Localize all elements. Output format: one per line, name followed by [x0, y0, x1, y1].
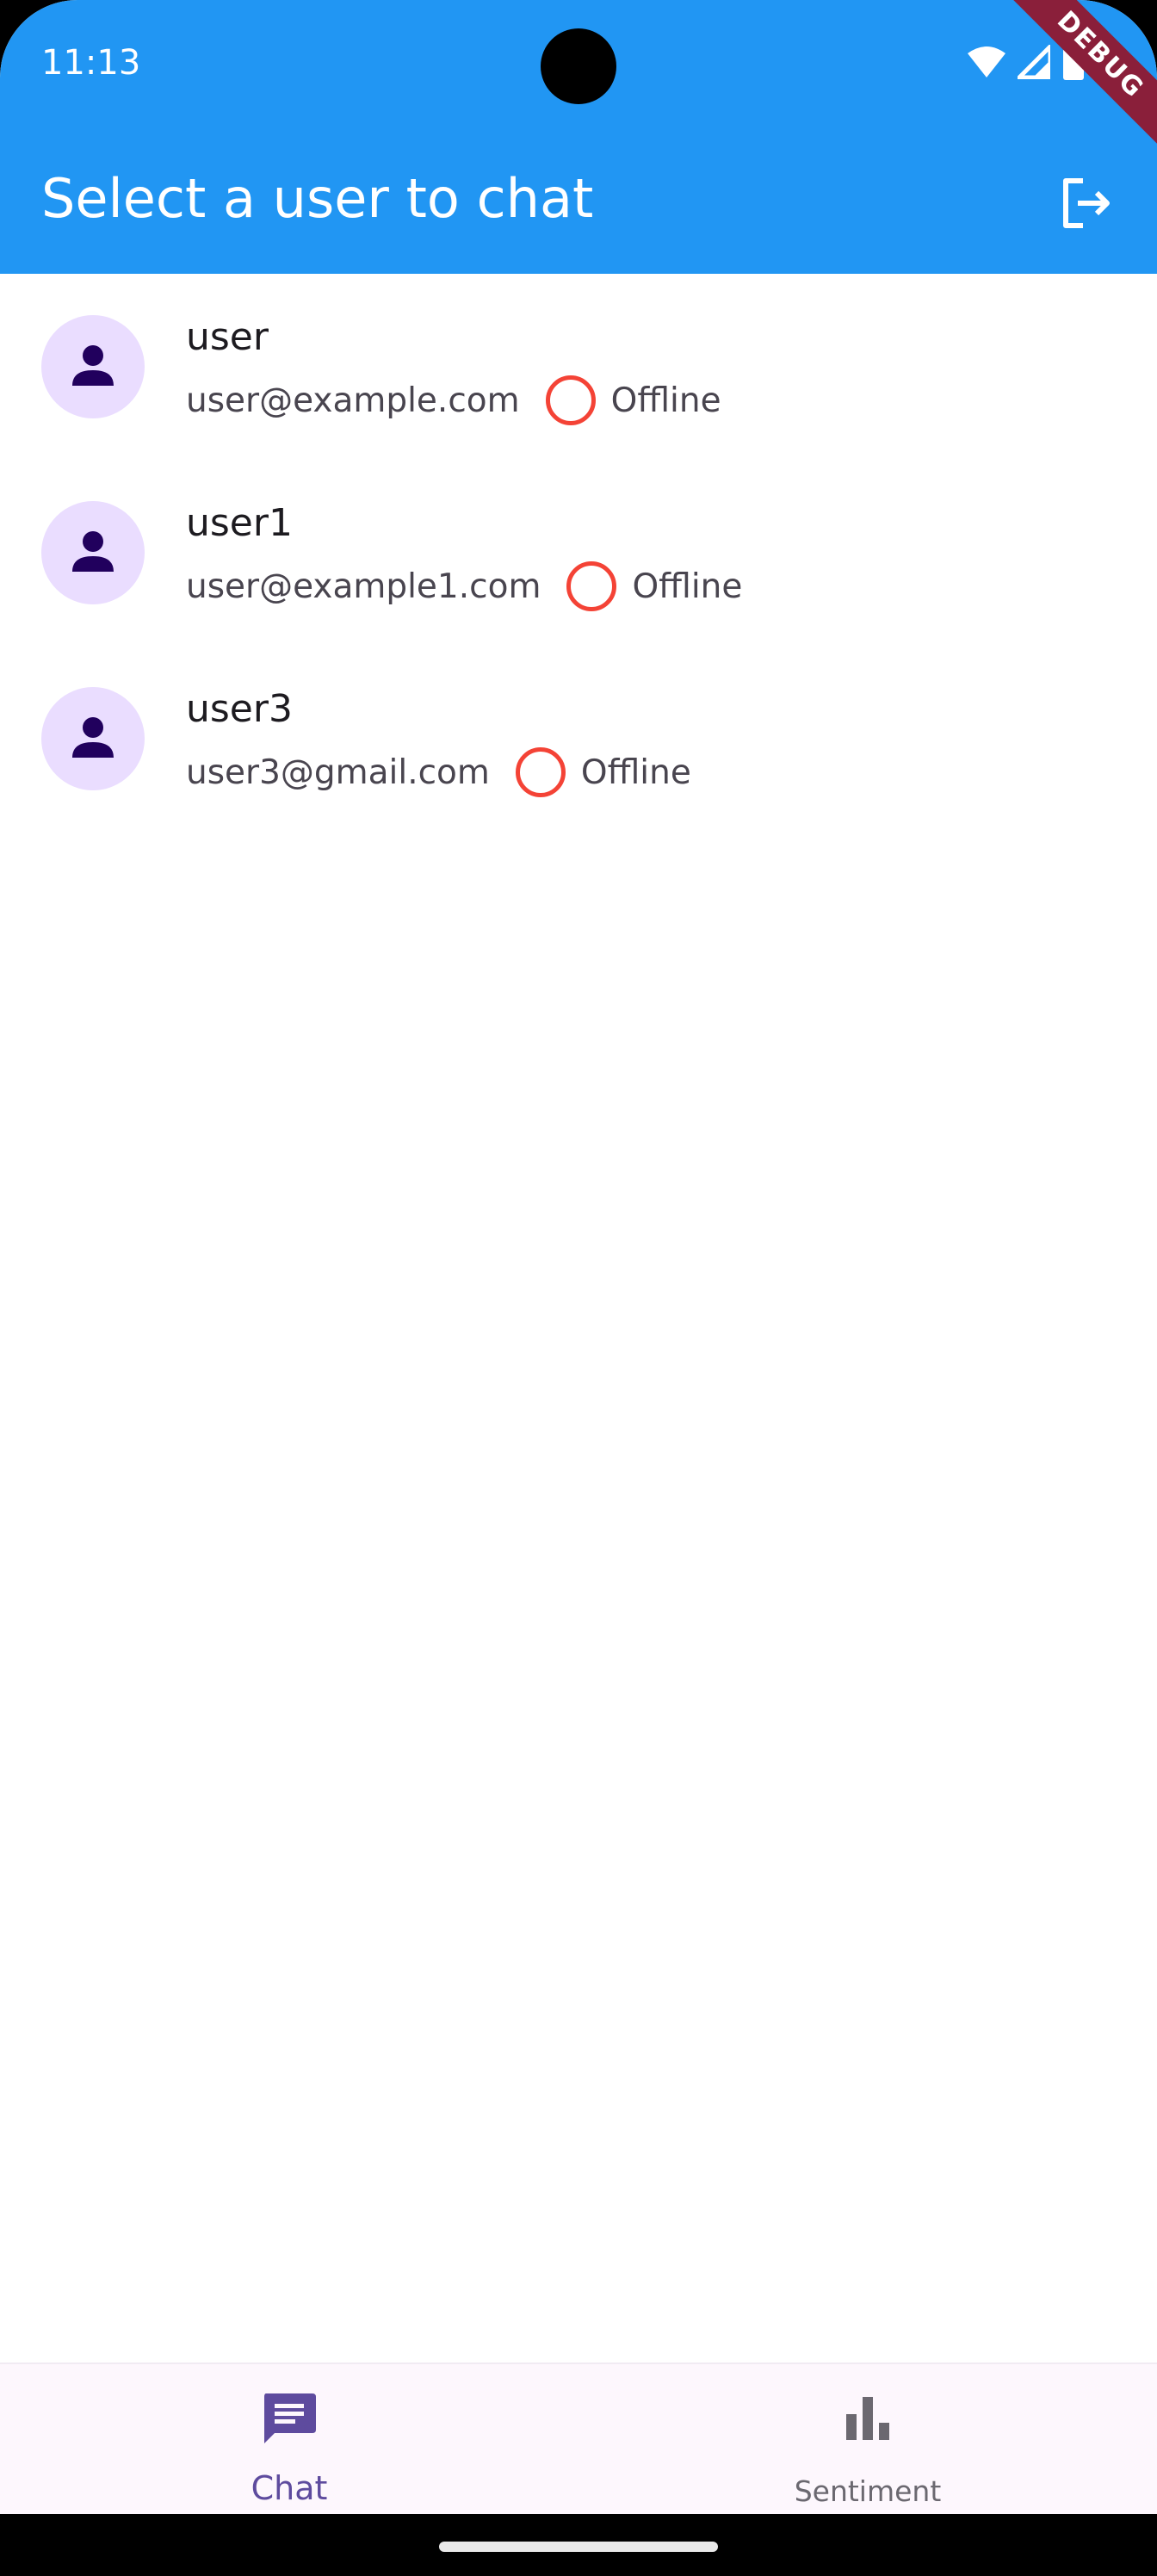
offline-status-icon — [515, 747, 566, 797]
user-status: Offline — [580, 752, 691, 792]
list-item[interactable]: user3 user3@gmail.com Offline — [0, 646, 1157, 832]
nav-label-sentiment: Sentiment — [794, 2474, 942, 2508]
user-status: Offline — [632, 567, 743, 606]
page-title: Select a user to chat — [41, 167, 594, 230]
list-item[interactable]: user user@example.com Offline — [0, 274, 1157, 460]
bar-chart-icon — [839, 2390, 896, 2451]
user-details: user@example1.com Offline — [186, 561, 742, 611]
user-name: user — [186, 315, 269, 359]
user-name: user1 — [186, 501, 293, 545]
avatar — [41, 315, 145, 418]
nav-label-chat: Chat — [251, 2469, 328, 2507]
user-email: user@example1.com — [186, 567, 541, 606]
person-icon — [71, 715, 115, 764]
logout-button[interactable] — [1050, 169, 1123, 241]
nav-item-sentiment[interactable]: Sentiment — [578, 2364, 1157, 2514]
app-screen: 11:13 DEBUG Select a user to chat user u… — [0, 0, 1157, 2514]
signal-icon — [1018, 45, 1050, 79]
person-icon — [71, 343, 115, 392]
camera-cutout — [541, 28, 616, 104]
user-list: user user@example.com Offline user1 user… — [0, 274, 1157, 832]
user-name: user3 — [186, 687, 293, 731]
offline-status-icon — [545, 375, 596, 425]
user-status: Offline — [610, 381, 721, 420]
user-details: user3@gmail.com Offline — [186, 747, 691, 797]
app-bar: 11:13 DEBUG Select a user to chat — [0, 0, 1157, 274]
wifi-icon — [968, 45, 1005, 79]
user-details: user@example.com Offline — [186, 375, 721, 425]
chat-icon — [261, 2390, 318, 2451]
user-email: user@example.com — [186, 381, 520, 420]
logout-icon — [1059, 176, 1114, 235]
person-icon — [71, 529, 115, 578]
offline-status-icon — [566, 561, 617, 611]
avatar — [41, 687, 145, 790]
status-time: 11:13 — [41, 43, 141, 83]
list-item[interactable]: user1 user@example1.com Offline — [0, 460, 1157, 646]
bottom-navigation-bar: Chat Sentiment — [0, 2362, 1157, 2514]
home-indicator — [439, 2542, 718, 2552]
user-email: user3@gmail.com — [186, 752, 490, 792]
avatar — [41, 501, 145, 604]
nav-item-chat[interactable]: Chat — [0, 2364, 578, 2514]
